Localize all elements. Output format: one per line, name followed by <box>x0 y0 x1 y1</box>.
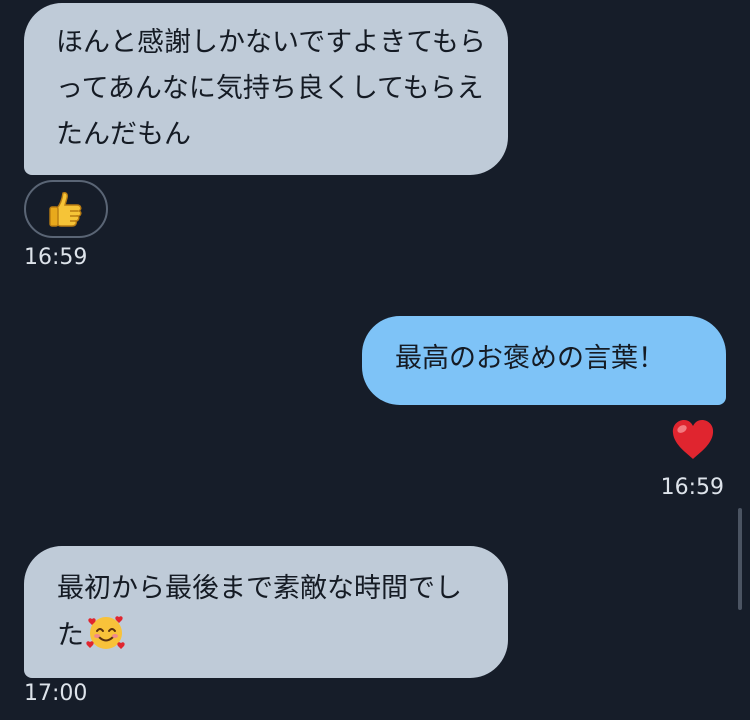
smiling-face-with-hearts-icon <box>86 616 125 649</box>
emoji-container <box>86 612 126 652</box>
message-timestamp: 16:59 <box>24 245 88 270</box>
message-text: 最高のお褒めの言葉！ <box>395 343 665 374</box>
incoming-message-bubble[interactable]: ほんと感謝しかないですよきてもらってあんなに気持ち良くしてもらえたんだもん <box>24 3 508 175</box>
thumbs-up-icon <box>49 192 82 227</box>
message-timestamp: 17:00 <box>24 681 88 706</box>
reaction-badge[interactable] <box>24 180 108 238</box>
message-timestamp: 16:59 <box>660 475 724 500</box>
scrollbar[interactable] <box>738 508 742 610</box>
incoming-message-bubble[interactable]: 最初から最後まで素敵な時間でした <box>24 546 508 678</box>
reaction-badge[interactable] <box>670 418 716 462</box>
message-text: ほんと感謝しかないですよきてもらってあんなに気持ち良くしてもらえたんだもん <box>56 27 486 150</box>
outgoing-message-bubble[interactable]: 最高のお褒めの言葉！ <box>362 316 726 405</box>
red-heart-icon <box>672 420 714 459</box>
